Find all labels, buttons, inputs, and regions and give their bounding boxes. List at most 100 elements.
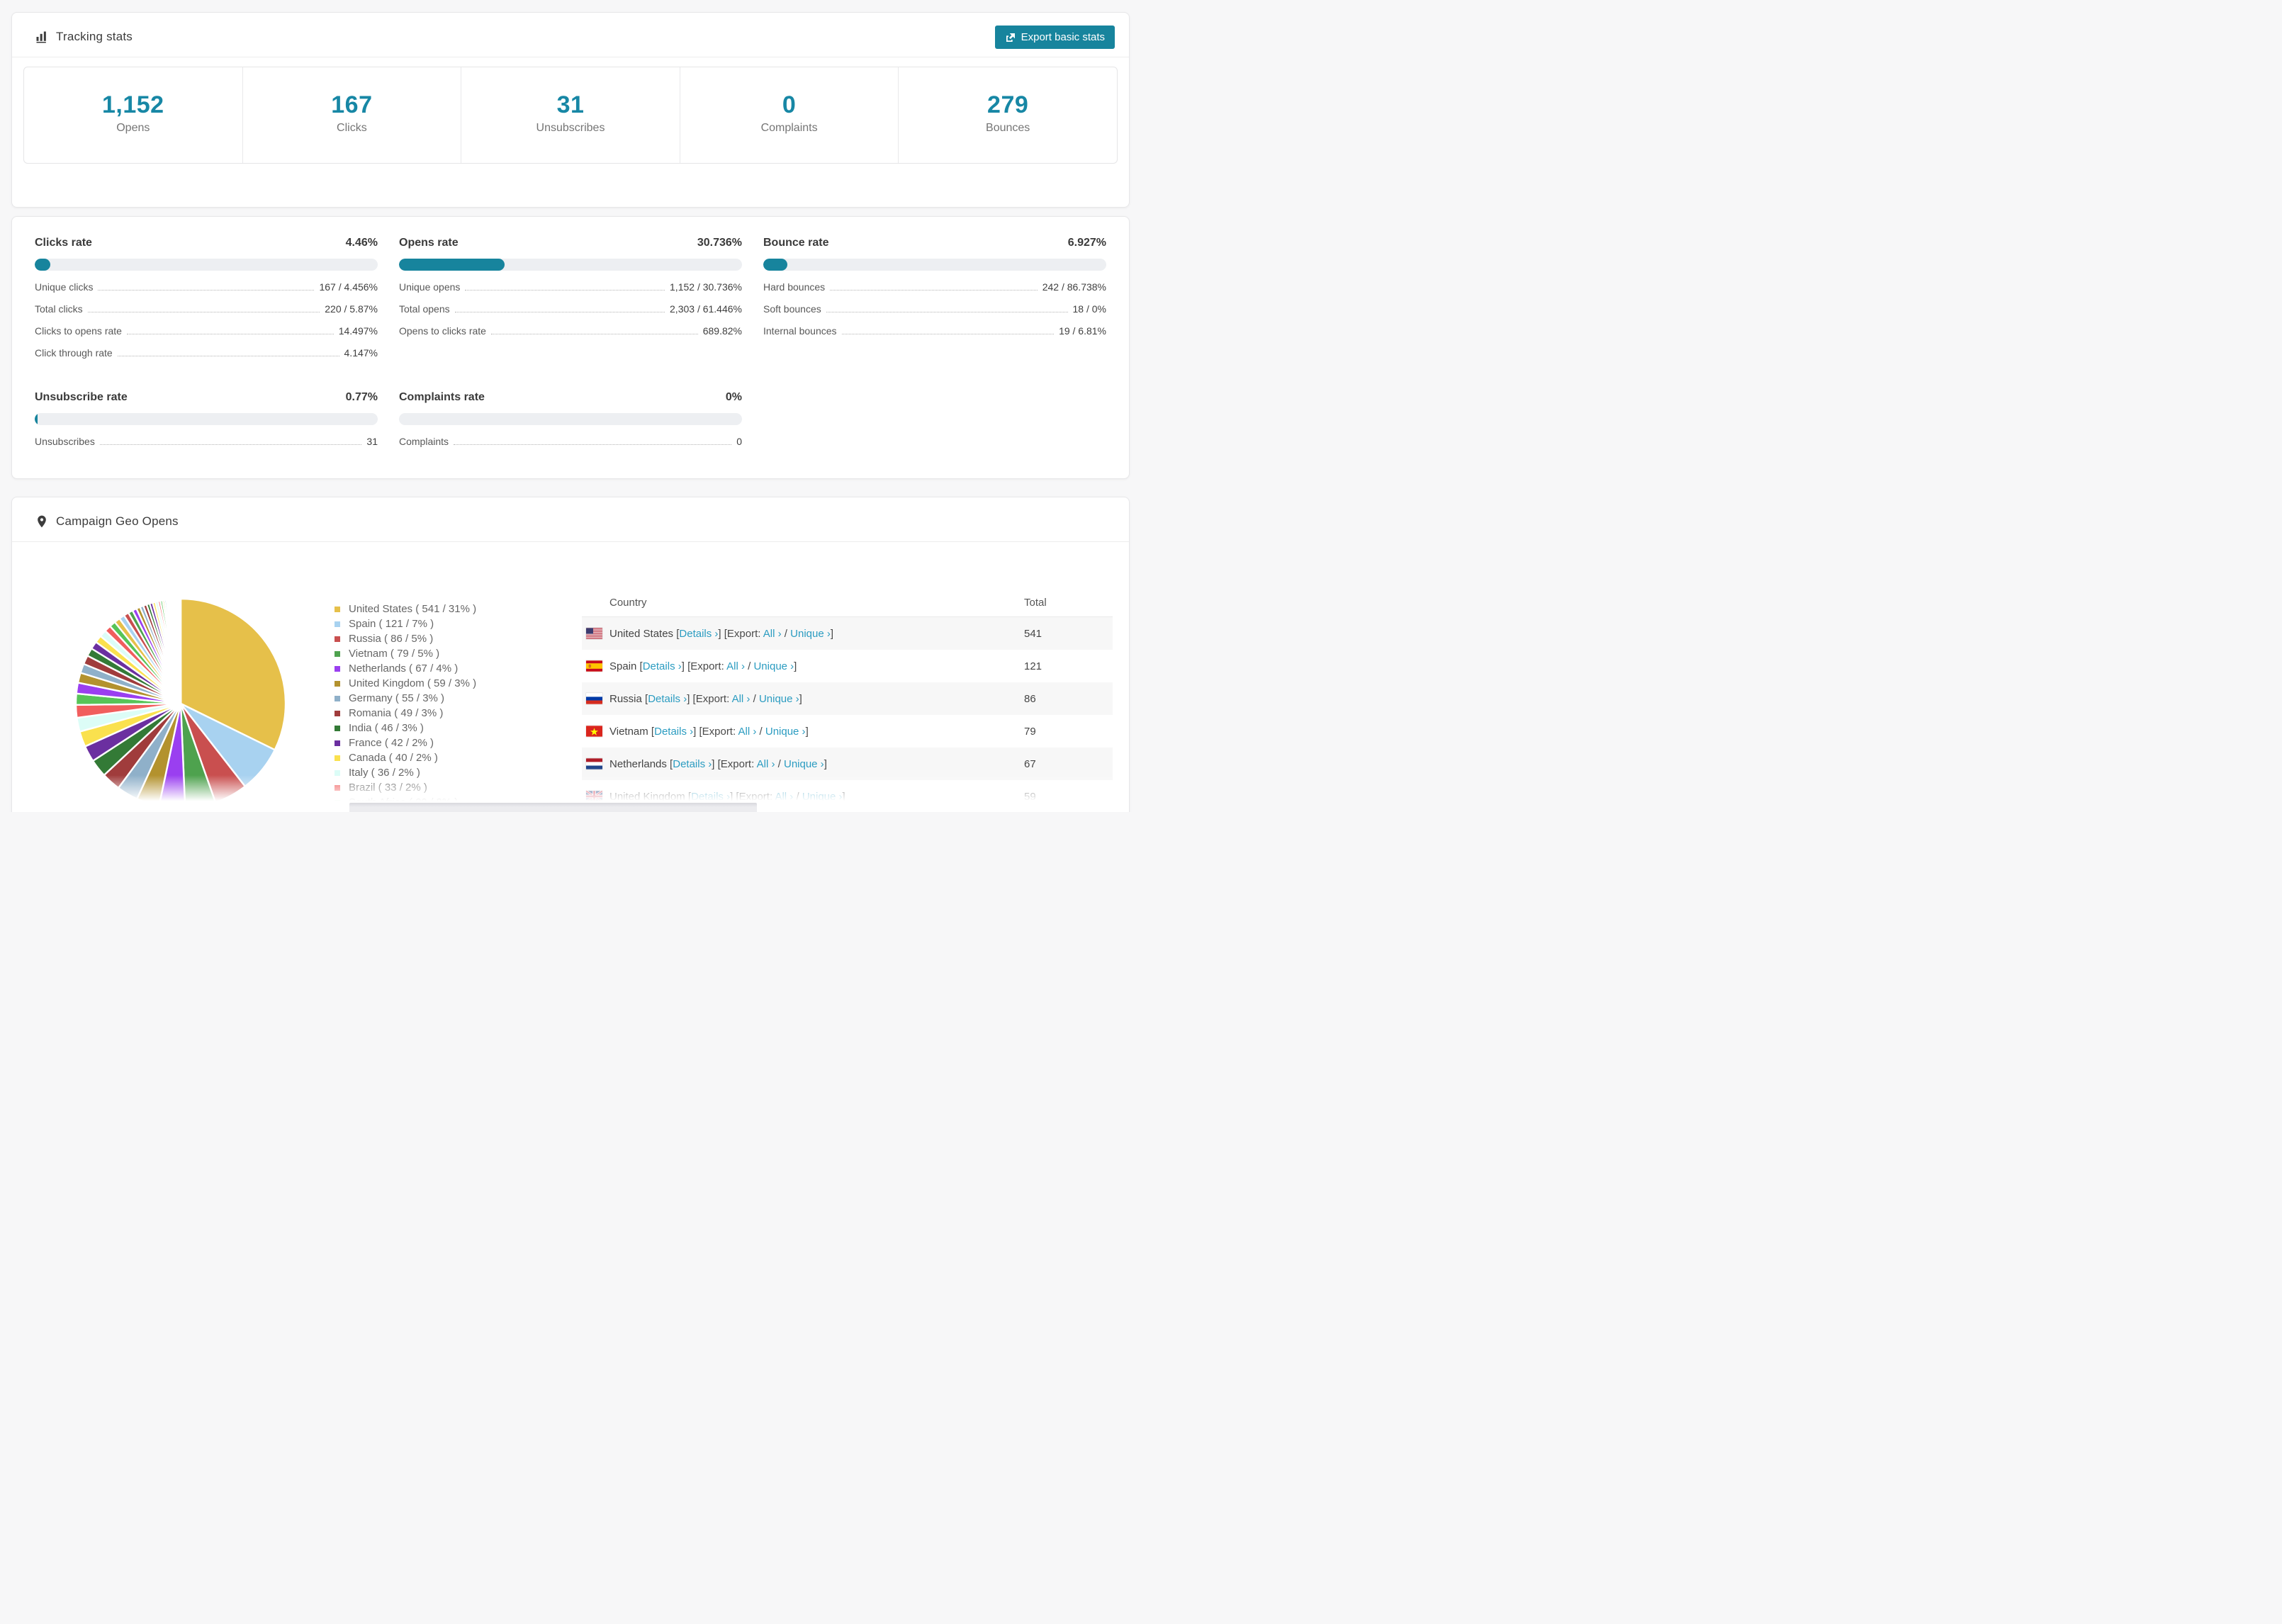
- stat-row: Unsubscribes 31: [35, 436, 378, 447]
- summary-clicks: 167 Clicks: [243, 67, 462, 163]
- export-unique-link[interactable]: Unique ›: [784, 758, 824, 770]
- export-all-link[interactable]: All ›: [732, 693, 751, 705]
- tracking-stats-card: Tracking stats Export basic stats 1,152 …: [11, 12, 1130, 208]
- complaints-count: 0: [782, 91, 797, 118]
- export-all-link[interactable]: All ›: [757, 758, 775, 770]
- vietnam-flag-icon: [586, 726, 602, 737]
- details-link[interactable]: Details ›: [648, 693, 687, 705]
- country-cell-text: United States [Details ›] [Export: All ›…: [609, 627, 834, 640]
- table-row: United States [Details ›] [Export: All ›…: [582, 617, 1113, 650]
- legend-swatch: [332, 782, 343, 794]
- tracking-stats-header: Tracking stats Export basic stats: [12, 13, 1129, 57]
- table-row: Spain [Details ›] [Export: All › / Uniqu…: [582, 650, 1113, 682]
- legend-swatch: [332, 648, 343, 660]
- stat-row: Opens to clicks rate 689.82%: [399, 325, 742, 337]
- details-link[interactable]: Details ›: [643, 660, 682, 672]
- rates-card: Clicks rate 4.46% Unique clicks 167 / 4.4…: [11, 216, 1130, 479]
- campaign-geo-opens-card: Campaign Geo Opens United States ( 541 /…: [11, 497, 1130, 812]
- legend-item: Italy ( 36 / 2% ): [332, 765, 476, 780]
- bounces-count: 279: [987, 91, 1029, 118]
- united-states-flag-icon: [586, 628, 602, 639]
- clicks-count: 167: [331, 91, 373, 118]
- legend-swatch: [332, 767, 343, 779]
- details-link[interactable]: Details ›: [679, 628, 718, 640]
- stat-row: Complaints 0: [399, 436, 742, 447]
- complaints-rate-progressbar: [399, 413, 742, 425]
- legend-item: Brazil ( 33 / 2% ): [332, 780, 476, 795]
- legend-swatch: [332, 677, 343, 689]
- legend-item: Romania ( 49 / 3% ): [332, 706, 476, 721]
- legend-item: Russia ( 86 / 5% ): [332, 631, 476, 646]
- table-row: Vietnam [Details ›] [Export: All › / Uni…: [582, 715, 1113, 748]
- country-cell-text: United Kingdom [Details ›] [Export: All …: [609, 790, 845, 803]
- stat-row: Total opens 2,303 / 61.446%: [399, 303, 742, 315]
- bounce-rate-progressbar: [763, 259, 1106, 271]
- united-kingdom-flag-icon: [586, 791, 602, 802]
- export-unique-link[interactable]: Unique ›: [753, 660, 794, 672]
- complaints-rate-title: Complaints rate: [399, 391, 485, 403]
- legend-item: Canada ( 40 / 2% ): [332, 750, 476, 765]
- export-unique-link[interactable]: Unique ›: [802, 791, 843, 803]
- details-link[interactable]: Details ›: [673, 758, 712, 770]
- summary-stats-row: 1,152 Opens 167 Clicks 31 Unsubscribes 0…: [23, 67, 1118, 164]
- legend-item: Germany ( 55 / 3% ): [332, 691, 476, 706]
- total-cell: 67: [1024, 757, 1036, 770]
- opens-rate-progressbar: [399, 259, 742, 271]
- legend-swatch: [332, 752, 343, 764]
- export-basic-stats-button[interactable]: Export basic stats: [994, 26, 1115, 49]
- country-cell-text: Netherlands [Details ›] [Export: All › /…: [609, 757, 827, 770]
- table-row: Netherlands [Details ›] [Export: All › /…: [582, 748, 1113, 780]
- export-all-link[interactable]: All ›: [775, 791, 793, 803]
- stat-row: Hard bounces 242 / 86.738%: [763, 281, 1106, 293]
- geo-opens-header: Campaign Geo Opens: [12, 497, 1129, 542]
- legend-item: France ( 42 / 2% ): [332, 735, 476, 750]
- country-column-header: Country: [609, 597, 647, 609]
- stat-row: Click through rate 4.147%: [35, 347, 378, 359]
- legend-swatch: [332, 796, 343, 808]
- export-all-link[interactable]: All ›: [738, 726, 757, 738]
- stat-row: Soft bounces 18 / 0%: [763, 303, 1106, 315]
- stat-row: Unique opens 1,152 / 30.736%: [399, 281, 742, 293]
- summary-unsubscribes: 31 Unsubscribes: [461, 67, 680, 163]
- russia-flag-icon: [586, 693, 602, 704]
- location-pin-icon: [38, 515, 46, 528]
- country-cell-text: Spain [Details ›] [Export: All › / Uniqu…: [609, 660, 797, 672]
- stat-row: Clicks to opens rate 14.497%: [35, 325, 378, 337]
- stat-row: Total clicks 220 / 5.87%: [35, 303, 378, 315]
- export-unique-link[interactable]: Unique ›: [759, 693, 799, 705]
- opens-label: Opens: [116, 122, 150, 134]
- unsubscribe-rate-title: Unsubscribe rate: [35, 391, 128, 403]
- legend-item: India ( 46 / 3% ): [332, 721, 476, 735]
- unsubscribe-rate-percent: 0.77%: [345, 391, 378, 403]
- export-unique-link[interactable]: Unique ›: [765, 726, 806, 738]
- legend-swatch: [332, 618, 343, 630]
- tracking-stats-page: Tracking stats Export basic stats 1,152 …: [0, 0, 1141, 812]
- country-cell-text: Vietnam [Details ›] [Export: All › / Uni…: [609, 725, 809, 738]
- stat-row: Unique clicks 167 / 4.456%: [35, 281, 378, 293]
- clicks-rate-percent: 4.46%: [345, 237, 378, 249]
- table-row: Russia [Details ›] [Export: All › / Uniq…: [582, 682, 1113, 715]
- opens-rate-title: Opens rate: [399, 237, 459, 249]
- unsubscribe-rate-block: Unsubscribe rate 0.77% Unsubscribes 31: [35, 391, 378, 447]
- legend-item: Spain ( 121 / 7% ): [332, 616, 476, 631]
- details-link[interactable]: Details ›: [654, 726, 693, 738]
- clicks-rate-progressbar: [35, 259, 378, 271]
- unsubscribe-rate-progressbar: [35, 413, 378, 425]
- total-cell: 86: [1024, 692, 1036, 705]
- export-unique-link[interactable]: Unique ›: [790, 628, 831, 640]
- export-all-link[interactable]: All ›: [763, 628, 782, 640]
- horizontal-scrollbar[interactable]: [349, 803, 757, 812]
- complaints-label: Complaints: [760, 122, 818, 134]
- bar-chart-icon: [36, 31, 46, 43]
- details-link[interactable]: Details ›: [691, 791, 730, 803]
- legend-item: United Kingdom ( 59 / 3% ): [332, 676, 476, 691]
- complaints-rate-percent: 0%: [725, 391, 742, 403]
- geo-opens-pie-chart[interactable]: [73, 596, 288, 811]
- summary-opens: 1,152 Opens: [24, 67, 243, 163]
- geo-table-header: Country Total: [582, 589, 1113, 617]
- total-cell: 541: [1024, 627, 1042, 640]
- pie-legend: United States ( 541 / 31% ) Spain ( 121 …: [332, 602, 476, 810]
- export-all-link[interactable]: All ›: [726, 660, 745, 672]
- bounce-rate-percent: 6.927%: [1067, 237, 1106, 249]
- legend-swatch: [332, 603, 343, 615]
